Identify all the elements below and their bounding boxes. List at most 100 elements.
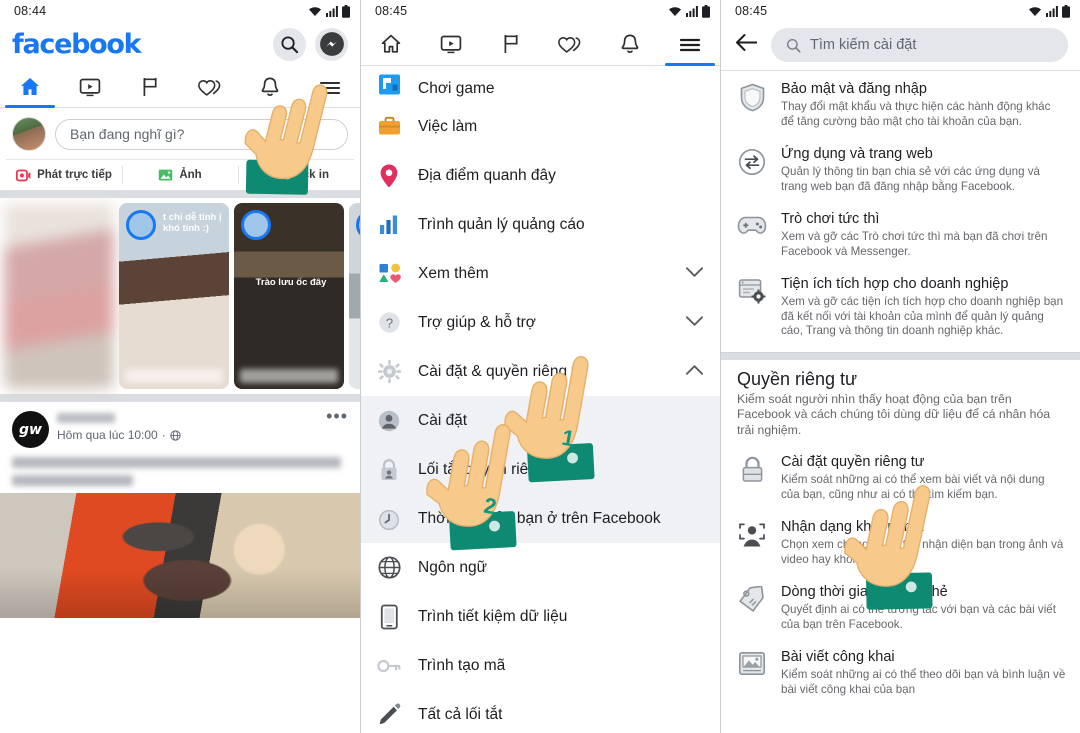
tab-dating[interactable] bbox=[180, 66, 240, 107]
story-card[interactable]: Trào lưu ốc đây bbox=[234, 203, 344, 389]
back-button[interactable] bbox=[735, 33, 759, 57]
messenger-button[interactable] bbox=[315, 27, 348, 61]
chevron-down-icon bbox=[685, 314, 704, 332]
check-in-button[interactable]: Check in bbox=[238, 160, 354, 190]
tab-notifications[interactable] bbox=[240, 66, 300, 107]
tab-home[interactable] bbox=[0, 66, 60, 108]
live-video-button[interactable]: Phát trực tiếp bbox=[6, 160, 122, 190]
settings-item-desc: Chọn xem chúng tôi có thể nhận diện bạn … bbox=[781, 538, 1064, 566]
settings-header: Tìm kiếm cài đặt bbox=[721, 22, 1080, 70]
status-time: 08:44 bbox=[14, 4, 47, 18]
story-avatar-ring bbox=[126, 210, 156, 240]
clock-icon bbox=[375, 505, 403, 533]
hamburger-icon bbox=[679, 38, 701, 51]
settings-item-title: Trò chơi tức thì bbox=[781, 211, 880, 227]
settings-item-title: Nhận dạng khuôn mặt bbox=[781, 519, 924, 535]
post-more-options[interactable]: ••• bbox=[326, 407, 348, 425]
menu-item-ads-manager[interactable]: Trình quản lý quảng cáo bbox=[361, 200, 720, 249]
search-button[interactable] bbox=[273, 27, 306, 61]
settings-item-desc: Xem và gỡ các tiện ích tích hợp cho doan… bbox=[781, 295, 1064, 337]
menu-item-language[interactable]: Ngôn ngữ bbox=[361, 543, 720, 592]
tab-watch[interactable] bbox=[60, 66, 120, 107]
settings-item-business-integrations[interactable]: Tiện ích tích hợp cho doanh nghiệp Xem v… bbox=[721, 266, 1080, 346]
menu-item-label: Trình quản lý quảng cáo bbox=[418, 215, 585, 233]
facebook-logo[interactable]: facebook bbox=[12, 29, 142, 60]
settings-item-desc: Quyết định ai có thể tương tác với bạn v… bbox=[781, 603, 1056, 631]
story-card[interactable] bbox=[4, 203, 114, 389]
menu-item-code-generator[interactable]: Trình tạo mã bbox=[361, 641, 720, 690]
battery-icon bbox=[1062, 4, 1070, 18]
settings-item-apps-websites[interactable]: Ứng dụng và trang web Quản lý thông tin … bbox=[721, 136, 1080, 201]
feed-divider bbox=[0, 190, 360, 198]
tab-home[interactable] bbox=[361, 22, 421, 65]
lock-icon bbox=[737, 453, 767, 484]
tab-dating[interactable] bbox=[540, 22, 600, 65]
settings-item-desc: Quản lý thông tin bạn chia sẻ với các ứn… bbox=[781, 165, 1040, 193]
menu-item-label: Tất cả lối tắt bbox=[418, 705, 503, 723]
post-author-name[interactable] bbox=[57, 413, 115, 423]
signal-icon bbox=[686, 6, 698, 17]
wifi-icon bbox=[309, 7, 321, 16]
menu-item-label: Thời gian của bạn ở trên Facebook bbox=[418, 509, 661, 527]
section-description: Kiểm soát người nhìn thấy hoạt động của … bbox=[737, 391, 1051, 437]
settings-item-timeline-tagging[interactable]: Dòng thời gian và gắn thẻ Quyết định ai … bbox=[721, 574, 1080, 639]
hearts-icon bbox=[558, 36, 581, 53]
chevron-down-icon bbox=[685, 265, 704, 283]
menu-item-label: Cài đặt bbox=[418, 411, 468, 429]
settings-item-instant-games[interactable]: Trò chơi tức thì Xem và gỡ các Trò chơi … bbox=[721, 201, 1080, 266]
status-time: 08:45 bbox=[735, 4, 768, 18]
menu-item-see-more[interactable]: Xem thêm bbox=[361, 249, 720, 298]
menu-item-all-shortcuts[interactable]: Tất cả lối tắt bbox=[361, 690, 720, 733]
post-meta: Hôm qua lúc 10:00 · bbox=[57, 428, 318, 442]
settings-item-privacy-settings[interactable]: Cài đặt quyền riêng tư Kiểm soát những a… bbox=[721, 444, 1080, 509]
avatar[interactable] bbox=[12, 117, 46, 151]
globe-icon bbox=[375, 554, 403, 582]
three-phone-screenshots: 08:44 facebook Bạn đang nghĩ gì? Phát tr… bbox=[0, 0, 1080, 733]
menu-item-nearby-places[interactable]: Địa điểm quanh đây bbox=[361, 151, 720, 200]
bar-chart-icon bbox=[375, 211, 403, 239]
settings-item-public-posts[interactable]: Bài viết công khai Kiểm soát những ai có… bbox=[721, 639, 1080, 704]
flag-icon bbox=[143, 77, 157, 96]
tab-marketplace[interactable] bbox=[481, 22, 541, 65]
settings-item-security-login[interactable]: Bảo mật và đăng nhập Thay đổi mật khẩu v… bbox=[721, 71, 1080, 136]
wifi-icon bbox=[1029, 7, 1041, 16]
key-icon bbox=[375, 652, 403, 680]
menu-item-settings[interactable]: Cài đặt bbox=[361, 396, 720, 445]
game-controller-icon bbox=[375, 70, 403, 98]
post-avatar[interactable]: gw bbox=[12, 411, 49, 448]
tag-icon bbox=[737, 583, 767, 614]
settings-item-title: Dòng thời gian và gắn thẻ bbox=[781, 584, 948, 600]
tab-notifications[interactable] bbox=[600, 22, 660, 65]
signal-icon bbox=[326, 6, 338, 17]
menu-item-privacy-shortcuts[interactable]: Lối tắt quyền riêng tư bbox=[361, 445, 720, 494]
feed-tab-bar bbox=[0, 66, 360, 108]
post-timestamp: Hôm qua lúc 10:00 bbox=[57, 428, 158, 442]
menu-item-jobs[interactable]: Việc làm bbox=[361, 102, 720, 151]
photo-button[interactable]: Ảnh bbox=[122, 160, 238, 190]
settings-item-face-recognition[interactable]: Nhận dạng khuôn mặt Chọn xem chúng tôi c… bbox=[721, 509, 1080, 574]
story-card[interactable] bbox=[349, 203, 360, 389]
menu-item-games[interactable]: Chơi game bbox=[361, 66, 720, 102]
post-image[interactable] bbox=[0, 493, 360, 618]
story-avatar-ring bbox=[241, 210, 271, 240]
menu-item-label: Việc làm bbox=[418, 117, 478, 135]
status-bar-settings: 08:45 bbox=[721, 0, 1080, 22]
question-mark-icon: ? bbox=[375, 309, 403, 337]
settings-search-input[interactable]: Tìm kiếm cài đặt bbox=[771, 28, 1068, 62]
menu-item-settings-privacy[interactable]: Cài đặt & quyền riêng tư bbox=[361, 347, 720, 396]
status-indicators bbox=[668, 4, 710, 18]
tab-marketplace[interactable] bbox=[120, 66, 180, 107]
menu-list: Chơi game Việc làm Địa điểm quanh đây Tr… bbox=[361, 66, 720, 733]
tab-watch[interactable] bbox=[421, 22, 481, 65]
story-card[interactable]: t chỉ dễ tính ị khó tính :) bbox=[119, 203, 229, 389]
bell-icon bbox=[261, 77, 279, 96]
menu-item-your-time-on-facebook[interactable]: Thời gian của bạn ở trên Facebook bbox=[361, 494, 720, 543]
phone-screen-settings: 08:45 Tìm kiếm cài đặt Bảo mật và đăng n… bbox=[720, 0, 1080, 733]
tab-menu[interactable] bbox=[660, 22, 720, 66]
composer-input[interactable]: Bạn đang nghĩ gì? bbox=[55, 118, 348, 150]
menu-item-data-saver[interactable]: Trình tiết kiệm dữ liệu bbox=[361, 592, 720, 641]
tab-menu[interactable] bbox=[300, 66, 360, 107]
exchange-arrows-icon bbox=[737, 145, 767, 176]
menu-item-help-support[interactable]: ? Trợ giúp & hỗ trợ bbox=[361, 298, 720, 347]
live-video-label: Phát trực tiếp bbox=[37, 169, 112, 181]
